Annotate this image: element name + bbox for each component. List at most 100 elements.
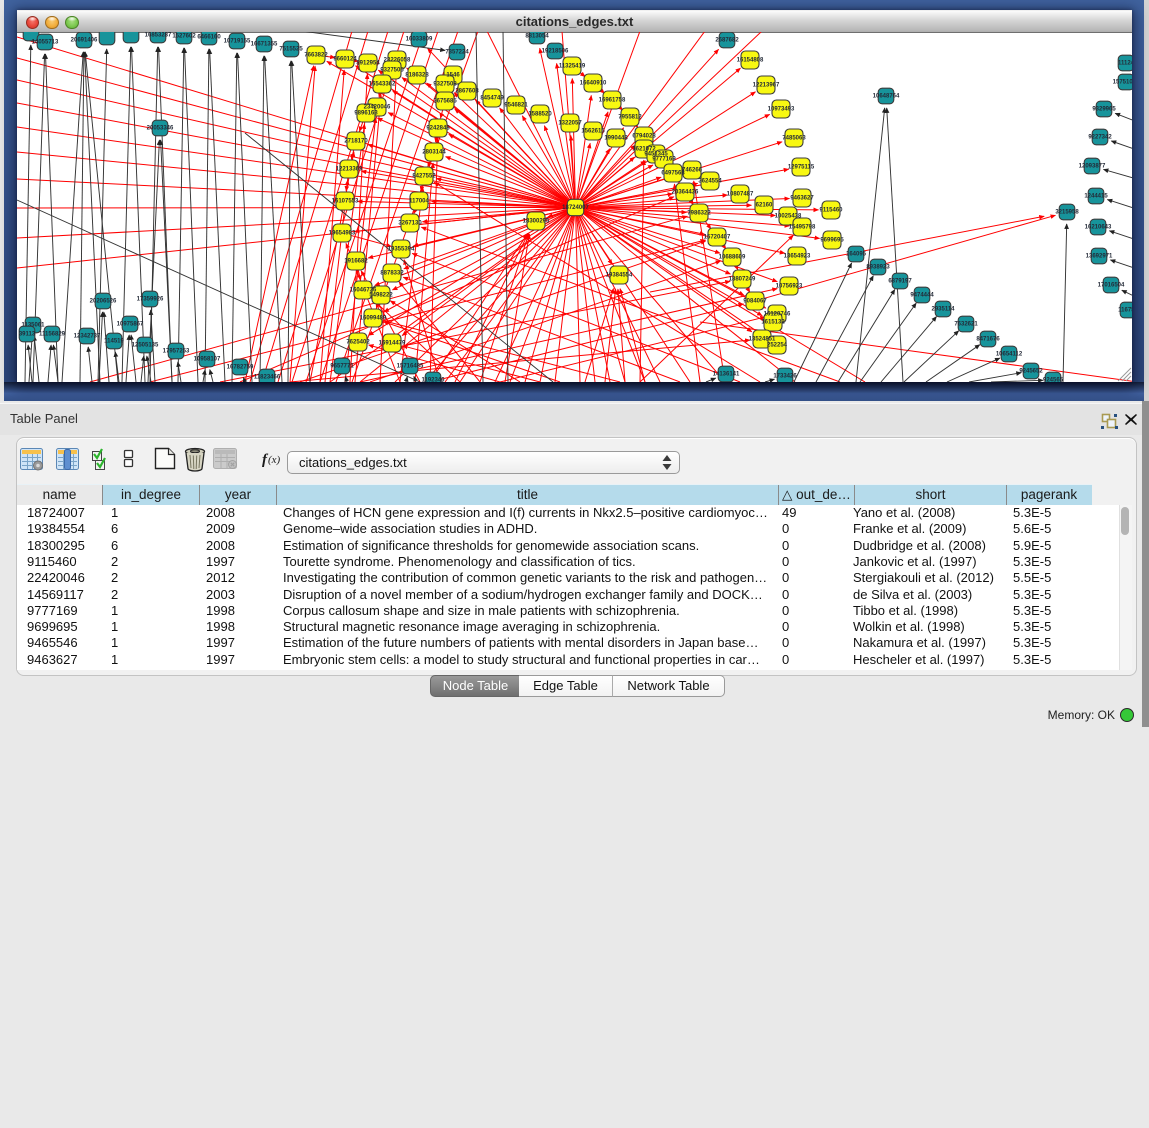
svg-text:116753: 116753 [1118, 308, 1132, 314]
svg-text:9699695: 9699695 [820, 238, 844, 244]
svg-text:8454749: 8454749 [480, 96, 504, 102]
svg-text:7485063: 7485063 [782, 136, 806, 142]
svg-text:8912954: 8912954 [356, 61, 380, 67]
svg-text:15720407: 15720407 [704, 235, 731, 241]
svg-text:10025438: 10025438 [775, 214, 802, 220]
svg-text:9115460: 9115460 [819, 208, 843, 214]
svg-text:15751074: 15751074 [1113, 80, 1132, 86]
svg-text:12213369: 12213369 [336, 167, 363, 173]
svg-text:9657771: 9657771 [330, 364, 354, 370]
svg-text:12213967: 12213967 [753, 83, 780, 89]
svg-text:9777169: 9777169 [652, 157, 676, 163]
svg-text:2867608: 2867608 [455, 89, 479, 95]
svg-text:15495798: 15495798 [789, 225, 816, 231]
svg-text:9546821: 9546821 [504, 103, 528, 109]
svg-text:10648764: 10648764 [873, 94, 900, 100]
svg-text:17359926: 17359926 [137, 297, 164, 303]
svg-text:3624554: 3624554 [698, 179, 722, 185]
svg-text:10654112: 10654112 [996, 352, 1023, 358]
svg-text:252254: 252254 [767, 343, 788, 349]
svg-text:16033809: 16033809 [406, 37, 433, 43]
svg-text:1135061: 1135061 [21, 323, 45, 329]
svg-text:117004: 117004 [409, 199, 429, 205]
svg-text:17957253: 17957253 [163, 349, 190, 355]
svg-text:39113: 39113 [19, 332, 36, 338]
svg-text:(x): (x) [268, 454, 281, 466]
svg-text:1192346: 1192346 [421, 378, 445, 383]
svg-text:16914479: 16914479 [379, 341, 406, 347]
svg-text:2803144: 2803144 [422, 150, 446, 156]
svg-text:1733426: 1733426 [773, 374, 797, 380]
svg-text:8813054: 8813054 [525, 34, 549, 40]
svg-text:7663822: 7663822 [304, 53, 328, 59]
svg-text:16671355: 16671355 [251, 42, 278, 48]
svg-text:2718170: 2718170 [344, 139, 368, 145]
svg-text:7357224: 7357224 [445, 50, 469, 56]
svg-text:9327505: 9327505 [380, 68, 404, 74]
svg-text:16782759: 16782759 [227, 365, 254, 371]
svg-text:16154808: 16154808 [737, 58, 764, 64]
svg-text:1562615: 1562615 [581, 129, 605, 135]
svg-text:10958107: 10958107 [194, 357, 221, 363]
svg-text:13692971: 13692971 [1086, 254, 1113, 260]
svg-text:12505135: 12505135 [132, 343, 159, 349]
svg-text:9329965: 9329965 [1092, 107, 1116, 113]
svg-text:8471676: 8471676 [976, 337, 1000, 343]
svg-text:9227342: 9227342 [1088, 135, 1112, 141]
svg-text:9084067: 9084067 [743, 299, 767, 305]
svg-text:8878332: 8878332 [380, 271, 404, 277]
svg-text:746266: 746266 [682, 168, 703, 174]
svg-text:924565: 924565 [1043, 378, 1064, 383]
svg-text:13654923: 13654923 [784, 254, 811, 260]
svg-text:12093877: 12093877 [1079, 164, 1106, 170]
svg-text:9660124: 9660124 [333, 57, 357, 63]
svg-text:2687682: 2687682 [715, 38, 739, 44]
svg-text:2935114: 2935114 [931, 307, 955, 313]
svg-text:19654983: 19654983 [329, 231, 356, 237]
svg-text:16640910: 16640910 [580, 81, 607, 87]
svg-text:6466160: 6466160 [197, 35, 221, 41]
svg-text:8186328: 8186328 [405, 73, 429, 79]
svg-text:3267130: 3267130 [398, 221, 422, 227]
svg-text:1588520: 1588520 [528, 112, 552, 118]
svg-text:3215958: 3215958 [1055, 210, 1079, 216]
svg-text:11325419: 11325419 [559, 64, 586, 70]
svg-text:114519: 114519 [104, 339, 124, 345]
svg-text:6794028: 6794028 [632, 134, 656, 140]
svg-text:11156829: 11156829 [39, 332, 66, 338]
svg-text:9896163: 9896163 [354, 111, 378, 117]
svg-text:16107553: 16107553 [332, 199, 359, 205]
svg-text:8938923: 8938923 [866, 265, 890, 271]
svg-text:1990448: 1990448 [604, 136, 628, 142]
svg-text:18300295: 18300295 [523, 219, 550, 225]
svg-text:6879197: 6879197 [888, 279, 912, 285]
svg-text:20053346: 20053346 [147, 126, 174, 132]
svg-text:7515525: 7515525 [279, 47, 303, 53]
svg-text:14136141: 14136141 [713, 372, 740, 378]
svg-text:16961758: 16961758 [599, 98, 626, 104]
svg-text:23226058: 23226058 [384, 58, 411, 64]
svg-text:10807487: 10807487 [727, 192, 754, 198]
svg-text:20691406: 20691406 [71, 38, 98, 44]
svg-text:9242848: 9242848 [426, 126, 450, 132]
svg-text:10973493: 10973493 [768, 107, 795, 113]
svg-text:1322057: 1322057 [558, 121, 582, 127]
svg-text:19384554: 19384554 [606, 273, 633, 279]
svg-text:19218506: 19218506 [542, 49, 569, 55]
svg-text:8427552: 8427552 [412, 174, 436, 180]
svg-text:7632621: 7632621 [954, 322, 978, 328]
svg-text:11124: 11124 [1118, 61, 1132, 67]
svg-text:7625402: 7625402 [346, 340, 370, 346]
svg-text:12342737: 12342737 [74, 334, 101, 340]
svg-text:16210643: 16210643 [1085, 225, 1112, 231]
svg-text:20364436: 20364436 [672, 190, 699, 196]
svg-text:9463627: 9463627 [790, 196, 814, 202]
svg-text:12975115: 12975115 [788, 165, 815, 171]
svg-text:16543362: 16543362 [369, 82, 396, 88]
svg-text:10756923: 10756923 [776, 284, 803, 290]
svg-text:18724007: 18724007 [562, 205, 589, 211]
svg-text:7955812: 7955812 [618, 115, 642, 121]
svg-text:9474444: 9474444 [910, 293, 934, 299]
svg-text:18807249: 18807249 [729, 277, 756, 283]
svg-text:14055713: 14055713 [32, 40, 59, 46]
